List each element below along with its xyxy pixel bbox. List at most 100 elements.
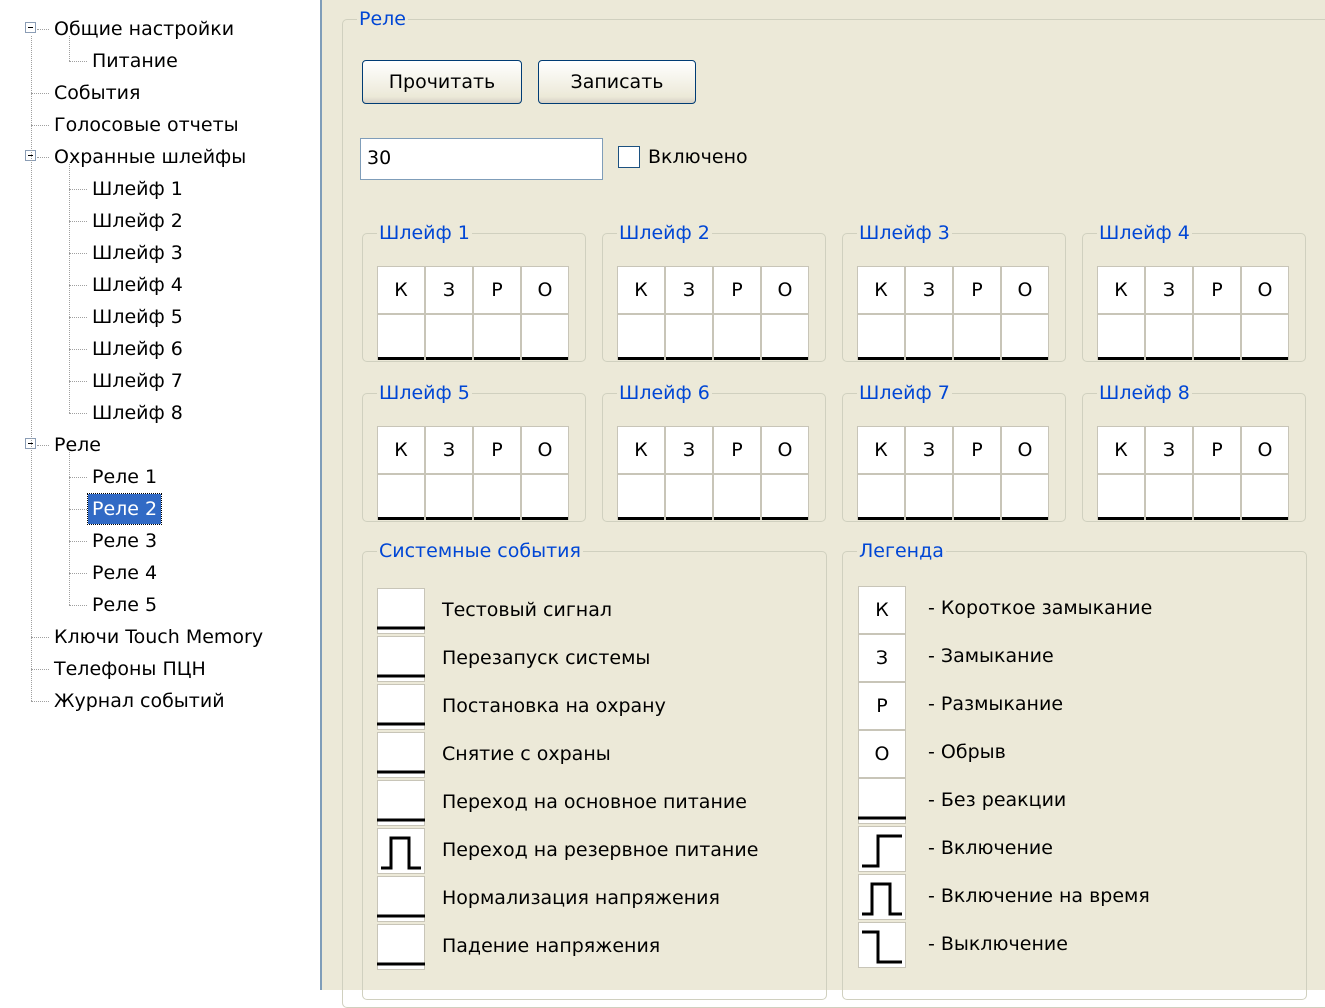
event-signal-cell[interactable] xyxy=(377,828,425,874)
loop-reaction-cell[interactable] xyxy=(377,314,425,360)
tree-item[interactable]: Журнал событий xyxy=(0,686,318,716)
tree-item[interactable]: События xyxy=(0,78,318,108)
loop-reaction-cell[interactable] xyxy=(1145,474,1193,520)
tree-item-label: Охранные шлейфы xyxy=(54,146,247,168)
collapse-toggle-icon[interactable] xyxy=(25,22,36,33)
loop-state-header: О xyxy=(1241,426,1289,474)
loop-reaction-cell[interactable] xyxy=(905,474,953,520)
tree-item-label: Журнал событий xyxy=(54,690,225,712)
tree-item[interactable]: Шлейф 7 xyxy=(0,366,318,396)
loop-reaction-cell[interactable] xyxy=(761,314,809,360)
loop-reaction-cell[interactable] xyxy=(1193,474,1241,520)
tree-item[interactable]: Шлейф 4 xyxy=(0,270,318,300)
tree-item-label: Шлейф 5 xyxy=(92,306,183,328)
loop-reaction-cell[interactable] xyxy=(857,314,905,360)
tree-item[interactable]: Питание xyxy=(0,46,318,76)
tree-connector xyxy=(69,317,87,318)
loop-reaction-cell[interactable] xyxy=(425,314,473,360)
tree-item[interactable]: Реле xyxy=(0,430,318,460)
tree-item[interactable]: Реле 2 xyxy=(0,493,318,525)
read-button[interactable]: Прочитать xyxy=(362,60,522,104)
loop-reaction-cell[interactable] xyxy=(665,314,713,360)
tree-item-label: Реле 2 xyxy=(86,493,163,525)
loop-reaction-cell[interactable] xyxy=(377,474,425,520)
loop-reaction-cell[interactable] xyxy=(1241,314,1289,360)
legend-signal-icon xyxy=(858,826,906,872)
event-signal-cell[interactable] xyxy=(377,924,425,970)
tree-item[interactable]: Шлейф 2 xyxy=(0,206,318,236)
loop-reaction-cell[interactable] xyxy=(425,474,473,520)
tree-item[interactable]: Шлейф 3 xyxy=(0,238,318,268)
event-signal-cell[interactable] xyxy=(377,780,425,826)
system-events-title: Системные события xyxy=(379,540,581,562)
legend-label: - Размыкание xyxy=(928,693,1064,715)
event-signal-cell[interactable] xyxy=(377,684,425,730)
tree-item[interactable]: Шлейф 1 xyxy=(0,174,318,204)
write-button[interactable]: Записать xyxy=(538,60,696,104)
loop-group: Шлейф 5 КЗРО xyxy=(362,382,586,522)
event-label: Перезапуск системы xyxy=(442,647,651,669)
tree-item-label: Реле 4 xyxy=(92,562,158,584)
loop-reaction-cell[interactable] xyxy=(713,474,761,520)
tree-item-label: Шлейф 6 xyxy=(92,338,183,360)
tree-item[interactable]: Охранные шлейфы xyxy=(0,142,318,172)
loop-group: Шлейф 2 КЗРО xyxy=(602,222,826,362)
tree-item[interactable]: Голосовые отчеты xyxy=(0,110,318,140)
event-signal-cell[interactable] xyxy=(377,876,425,922)
loop-reaction-cell[interactable] xyxy=(953,474,1001,520)
tree-item[interactable]: Шлейф 6 xyxy=(0,334,318,364)
loop-reaction-cell[interactable] xyxy=(953,314,1001,360)
relay-value-input[interactable]: 30 xyxy=(360,138,603,180)
loop-reaction-cell[interactable] xyxy=(521,314,569,360)
loop-state-header: З xyxy=(1145,426,1193,474)
loop-reaction-cell[interactable] xyxy=(473,314,521,360)
loop-state-header: З xyxy=(665,266,713,314)
tree-item[interactable]: Реле 1 xyxy=(0,462,318,492)
settings-tree[interactable]: Общие настройки Питание События Голосовые о… xyxy=(0,0,322,990)
loop-reaction-cell[interactable] xyxy=(617,474,665,520)
loop-reaction-cell[interactable] xyxy=(1145,314,1193,360)
tree-item[interactable]: Реле 4 xyxy=(0,558,318,588)
loop-reaction-cell[interactable] xyxy=(1001,314,1049,360)
tree-connector xyxy=(31,93,49,94)
tree-item[interactable]: Общие настройки xyxy=(0,14,318,44)
loop-state-header: О xyxy=(521,426,569,474)
tree-item[interactable]: Реле 5 xyxy=(0,590,318,620)
tree-item[interactable]: Шлейф 5 xyxy=(0,302,318,332)
loop-state-header: Р xyxy=(953,426,1001,474)
loop-state-header: О xyxy=(521,266,569,314)
event-signal-cell[interactable] xyxy=(377,588,425,634)
loop-reaction-cell[interactable] xyxy=(521,474,569,520)
loop-state-header: Р xyxy=(713,266,761,314)
event-label: Нормализация напряжения xyxy=(442,887,720,909)
loop-reaction-cell[interactable] xyxy=(1193,314,1241,360)
loop-reaction-cell[interactable] xyxy=(665,474,713,520)
event-signal-cell[interactable] xyxy=(377,732,425,778)
loop-reaction-cell[interactable] xyxy=(857,474,905,520)
loop-reaction-cell[interactable] xyxy=(473,474,521,520)
loop-reaction-cell[interactable] xyxy=(761,474,809,520)
tree-connector xyxy=(31,701,49,702)
loop-state-header: О xyxy=(1001,266,1049,314)
loop-reaction-cell[interactable] xyxy=(1097,314,1145,360)
tree-item[interactable]: Ключи Touch Memory xyxy=(0,622,318,652)
tree-item-label: Шлейф 1 xyxy=(92,178,183,200)
loop-state-header: О xyxy=(761,426,809,474)
loop-reaction-cell[interactable] xyxy=(1241,474,1289,520)
tree-connector xyxy=(69,573,87,574)
tree-connector xyxy=(31,125,49,126)
tree-connector xyxy=(31,637,49,638)
tree-item[interactable]: Реле 3 xyxy=(0,526,318,556)
loop-reaction-cell[interactable] xyxy=(1001,474,1049,520)
tree-item[interactable]: Шлейф 8 xyxy=(0,398,318,428)
loop-reaction-cell[interactable] xyxy=(713,314,761,360)
loop-state-header: К xyxy=(377,426,425,474)
loop-reaction-cell[interactable] xyxy=(617,314,665,360)
tree-item[interactable]: Телефоны ПЦН xyxy=(0,654,318,684)
loop-reaction-cell[interactable] xyxy=(1097,474,1145,520)
tree-item-label: Реле 5 xyxy=(92,594,158,616)
loop-reaction-cell[interactable] xyxy=(905,314,953,360)
tree-connector xyxy=(69,509,87,510)
enabled-checkbox[interactable] xyxy=(618,146,640,168)
event-signal-cell[interactable] xyxy=(377,636,425,682)
